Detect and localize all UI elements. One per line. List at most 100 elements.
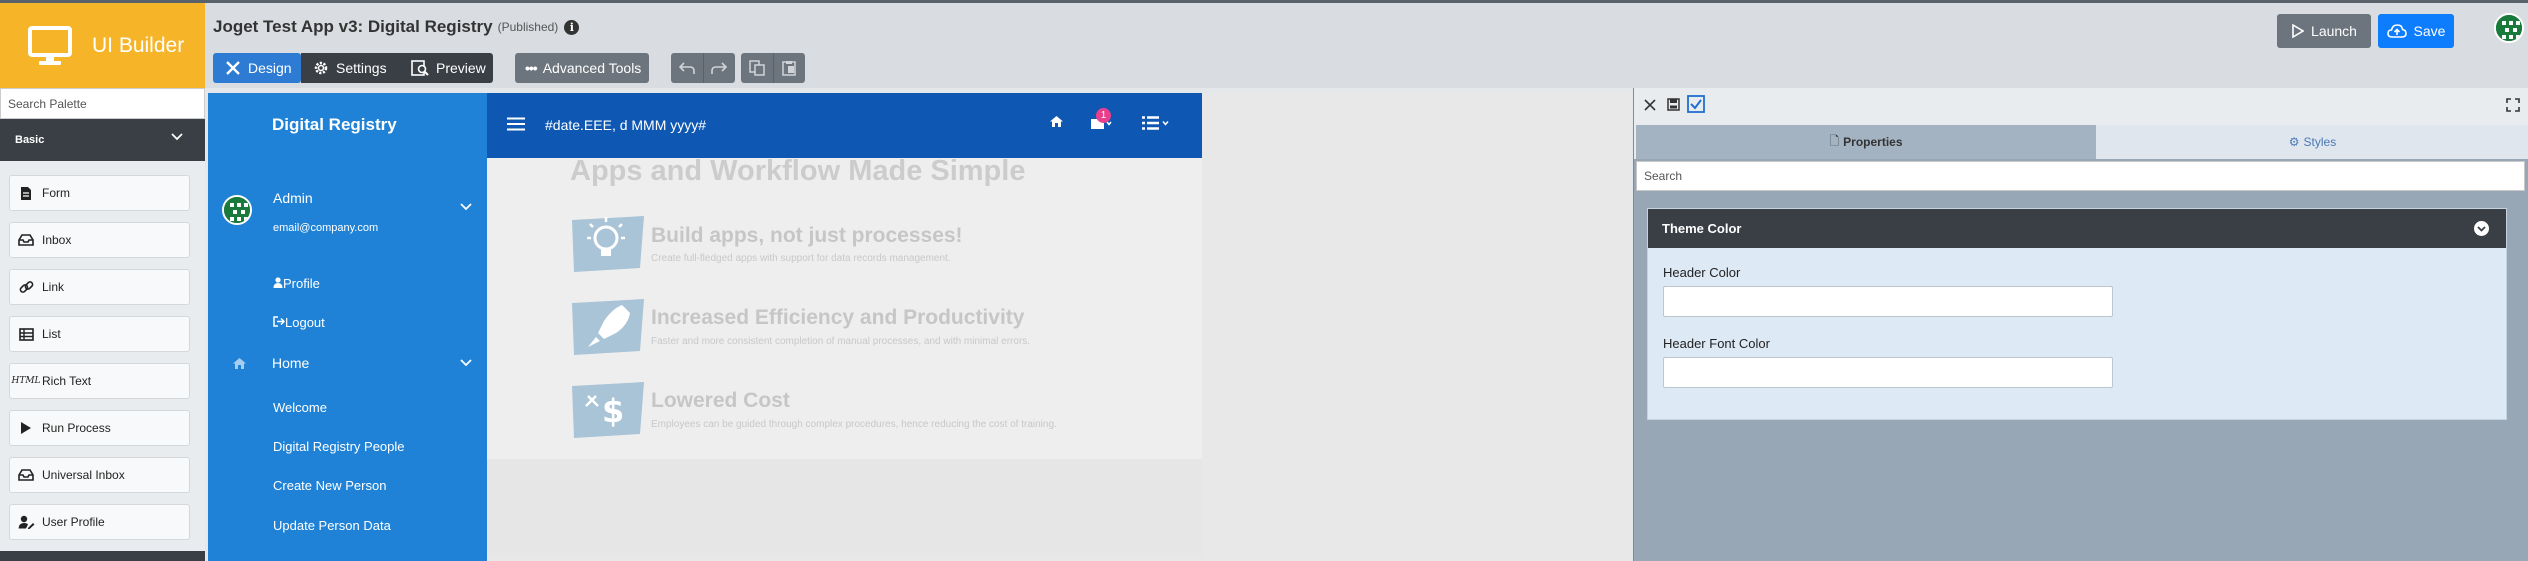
palette-footer [0, 551, 205, 561]
content-lower-area[interactable] [487, 459, 1202, 555]
lightbulb-icon [572, 216, 644, 272]
nav-logout-link[interactable]: Logout [273, 315, 325, 330]
palette-item-label: Universal Inbox [42, 468, 125, 482]
palette-item-universal-inbox[interactable]: Universal Inbox [9, 457, 190, 493]
info-icon[interactable]: i [564, 19, 580, 35]
palette-category-label: Basic [15, 134, 45, 146]
palette-item-inbox[interactable]: Inbox [9, 222, 190, 258]
avatar-pattern-icon [2496, 15, 2522, 41]
properties-toolbar [1634, 88, 2528, 123]
theme-color-section: Theme Color Header Color Header Font Col… [1647, 208, 2507, 420]
palette-search-input[interactable] [0, 88, 205, 119]
app-header-bar[interactable]: #date.EEE, d MMM yyyy# 1 [487, 93, 1202, 158]
user-edit-icon [10, 515, 42, 529]
nav-menu-item-update-person[interactable]: Update Person Data [273, 518, 391, 533]
properties-tabs: 🗋 Properties ⚙ Styles [1634, 123, 2528, 159]
redo-button[interactable] [702, 53, 736, 83]
nav-menu-item-people[interactable]: Digital Registry People [273, 439, 405, 454]
tab-design[interactable]: Design [213, 53, 301, 83]
design-tools-icon [226, 61, 240, 75]
tab-styles-label: Styles [2303, 135, 2337, 149]
save-button[interactable]: Save [2378, 14, 2454, 48]
nav-home-category[interactable]: Home [272, 355, 309, 371]
element-palette: Basic Form Inbox Link List HTML Rich Tex… [0, 88, 205, 561]
nav-logout-label: Logout [285, 315, 325, 330]
app-title: Joget Test App v3: Digital Registry (Pub… [213, 17, 580, 37]
grid-menu-icon[interactable] [1141, 116, 1171, 130]
tab-preview[interactable]: Preview [401, 53, 493, 83]
tab-properties-label: Properties [1843, 135, 1903, 149]
close-icon[interactable] [1644, 99, 1656, 111]
chevron-down-icon[interactable] [460, 359, 472, 367]
hero-section[interactable]: Apps and Workflow Made Simple Build apps… [487, 155, 1202, 459]
copy-icon [749, 60, 765, 76]
apply-checkbox-icon[interactable] [1687, 95, 1705, 113]
properties-panel: 🗋 Properties ⚙ Styles Theme Color Header… [1633, 88, 2528, 561]
home-icon[interactable] [1049, 115, 1064, 128]
palette-list: Form Inbox Link List HTML Rich Text Run … [0, 161, 205, 561]
launch-button[interactable]: Launch [2277, 14, 2371, 48]
tab-settings-label: Settings [336, 60, 387, 76]
design-canvas[interactable]: Digital Registry Admin email@company.com… [208, 93, 1631, 561]
tab-styles[interactable]: ⚙ Styles [2096, 125, 2528, 159]
palette-item-label: Rich Text [42, 374, 92, 388]
app-side-navigation[interactable]: Digital Registry Admin email@company.com… [208, 93, 487, 561]
properties-search-input[interactable] [1636, 161, 2525, 191]
palette-item-label: Link [42, 280, 65, 294]
palette-item-label: Form [42, 186, 70, 200]
nav-profile-link[interactable]: Profile [273, 276, 320, 291]
header-font-color-input[interactable] [1663, 357, 2113, 388]
header-color-input[interactable] [1663, 286, 2113, 317]
user-avatar[interactable] [2494, 13, 2524, 43]
launch-label: Launch [2311, 23, 2357, 39]
nav-app-title[interactable]: Digital Registry [272, 115, 397, 135]
undo-icon [678, 62, 695, 74]
brand-title: UI Builder [92, 33, 185, 57]
page-content[interactable]: Apps and Workflow Made Simple Build apps… [487, 155, 1202, 555]
palette-item-list[interactable]: List [9, 316, 190, 352]
expand-icon[interactable] [2506, 98, 2520, 112]
feature-title: Lowered Cost [651, 389, 790, 412]
copy-button[interactable] [741, 53, 773, 83]
advanced-tools-button[interactable]: ••• Advanced Tools [515, 53, 649, 83]
palette-item-run-process[interactable]: Run Process [9, 410, 190, 446]
ui-builder-brand: UI Builder [0, 3, 205, 88]
nav-user-name[interactable]: Admin [273, 190, 313, 206]
palette-item-form[interactable]: Form [9, 175, 190, 211]
palette-item-rich-text[interactable]: HTML Rich Text [9, 363, 190, 399]
nav-user-email: email@company.com [273, 222, 379, 234]
section-header[interactable]: Theme Color [1648, 209, 2506, 248]
tab-properties[interactable]: 🗋 Properties [1636, 125, 2096, 159]
feature-description: Faster and more consistent completion of… [651, 336, 1031, 347]
html-icon: HTML [11, 376, 41, 386]
palette-item-label: User Profile [42, 515, 105, 529]
palette-item-label: Run Process [42, 421, 111, 435]
nav-menu-item-welcome[interactable]: Welcome [273, 400, 327, 415]
header-font-color-label: Header Font Color [1663, 336, 1770, 351]
avatar[interactable] [222, 195, 252, 225]
inbox-count-badge: 1 [1096, 108, 1111, 123]
nav-menu-item-create-person[interactable]: Create New Person [273, 478, 386, 493]
chevron-circle-down-icon[interactable] [2474, 221, 2489, 236]
chevron-down-icon[interactable] [460, 203, 472, 211]
palette-item-user-profile[interactable]: User Profile [9, 504, 190, 540]
palette-item-link[interactable]: Link [9, 269, 190, 305]
list-table-icon [10, 327, 42, 341]
top-toolbar: UI Builder Joget Test App v3: Digital Re… [0, 0, 2528, 88]
header-date-format: #date.EEE, d MMM yyyy# [545, 117, 707, 133]
save-disk-icon[interactable] [1667, 98, 1680, 111]
link-icon [10, 280, 42, 295]
feature-title: Build apps, not just processes! [651, 224, 963, 247]
hamburger-menu-icon[interactable] [507, 117, 525, 131]
copy-paste-group [741, 53, 805, 83]
monitor-icon [28, 25, 72, 65]
feature-description: Employees can be guided through complex … [651, 419, 1057, 430]
sign-out-icon [273, 316, 286, 327]
palette-category-basic[interactable]: Basic [0, 119, 205, 161]
file-icon: 🗋 [1829, 133, 1840, 148]
ellipsis-icon: ••• [525, 60, 538, 76]
tab-settings[interactable]: Settings [301, 53, 401, 83]
paste-button[interactable] [772, 53, 806, 83]
home-icon [233, 358, 246, 369]
undo-button[interactable] [671, 53, 703, 83]
